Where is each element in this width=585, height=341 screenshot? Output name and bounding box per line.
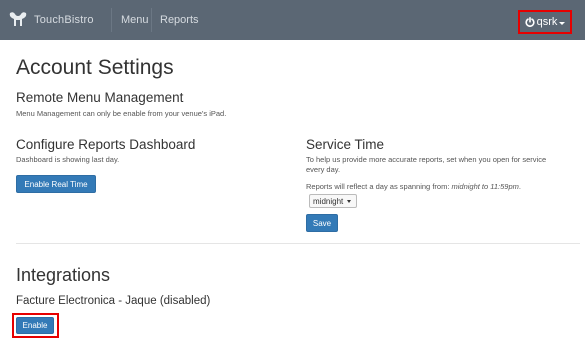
enable-button-highlight bbox=[12, 313, 59, 338]
enable-real-time-button[interactable]: Enable Real Time bbox=[16, 175, 96, 193]
user-menu-dropdown[interactable]: qsrk bbox=[518, 10, 572, 34]
nav-reports-link[interactable]: Reports bbox=[160, 14, 199, 26]
power-icon bbox=[525, 17, 535, 27]
page-title: Account Settings bbox=[16, 56, 174, 79]
remote-menu-title: Remote Menu Management bbox=[16, 90, 184, 105]
chevron-down-icon bbox=[559, 21, 566, 25]
nav-divider bbox=[151, 8, 152, 32]
service-start-value: midnight bbox=[313, 196, 344, 206]
reflect-prefix: Reports will reflect a day as spanning f… bbox=[306, 182, 452, 191]
nav-menu-link[interactable]: Menu bbox=[121, 14, 149, 26]
service-time-title: Service Time bbox=[306, 137, 385, 152]
remote-menu-description: Menu Management can only be enable from … bbox=[16, 109, 227, 118]
service-start-select[interactable]: midnight bbox=[309, 194, 357, 208]
brand-name: TouchBistro bbox=[34, 14, 94, 26]
section-divider bbox=[16, 243, 580, 244]
integration-item-label: Facture Electronica - Jaque (disabled) bbox=[16, 295, 211, 307]
reflect-range: midnight to 11:59pm bbox=[451, 182, 519, 191]
user-name: qsrk bbox=[536, 16, 558, 28]
service-time-description-line1: To help us provide more accurate reports… bbox=[306, 155, 547, 164]
nav-divider bbox=[111, 8, 112, 32]
save-button[interactable]: Save bbox=[306, 214, 338, 232]
service-time-description-line2: every day. bbox=[306, 165, 341, 174]
reflect-suffix: . bbox=[518, 182, 521, 191]
reports-dashboard-title: Configure Reports Dashboard bbox=[16, 137, 196, 152]
touchbistro-logo-icon bbox=[9, 12, 27, 26]
chevron-down-icon bbox=[347, 199, 352, 203]
brand[interactable]: TouchBistro bbox=[8, 11, 94, 29]
integrations-title: Integrations bbox=[16, 265, 111, 285]
reports-dashboard-description: Dashboard is showing last day. bbox=[16, 155, 120, 164]
top-navbar: TouchBistro Menu Reports qsrk bbox=[0, 0, 585, 40]
service-time-reflect-text: Reports will reflect a day as spanning f… bbox=[306, 182, 521, 192]
